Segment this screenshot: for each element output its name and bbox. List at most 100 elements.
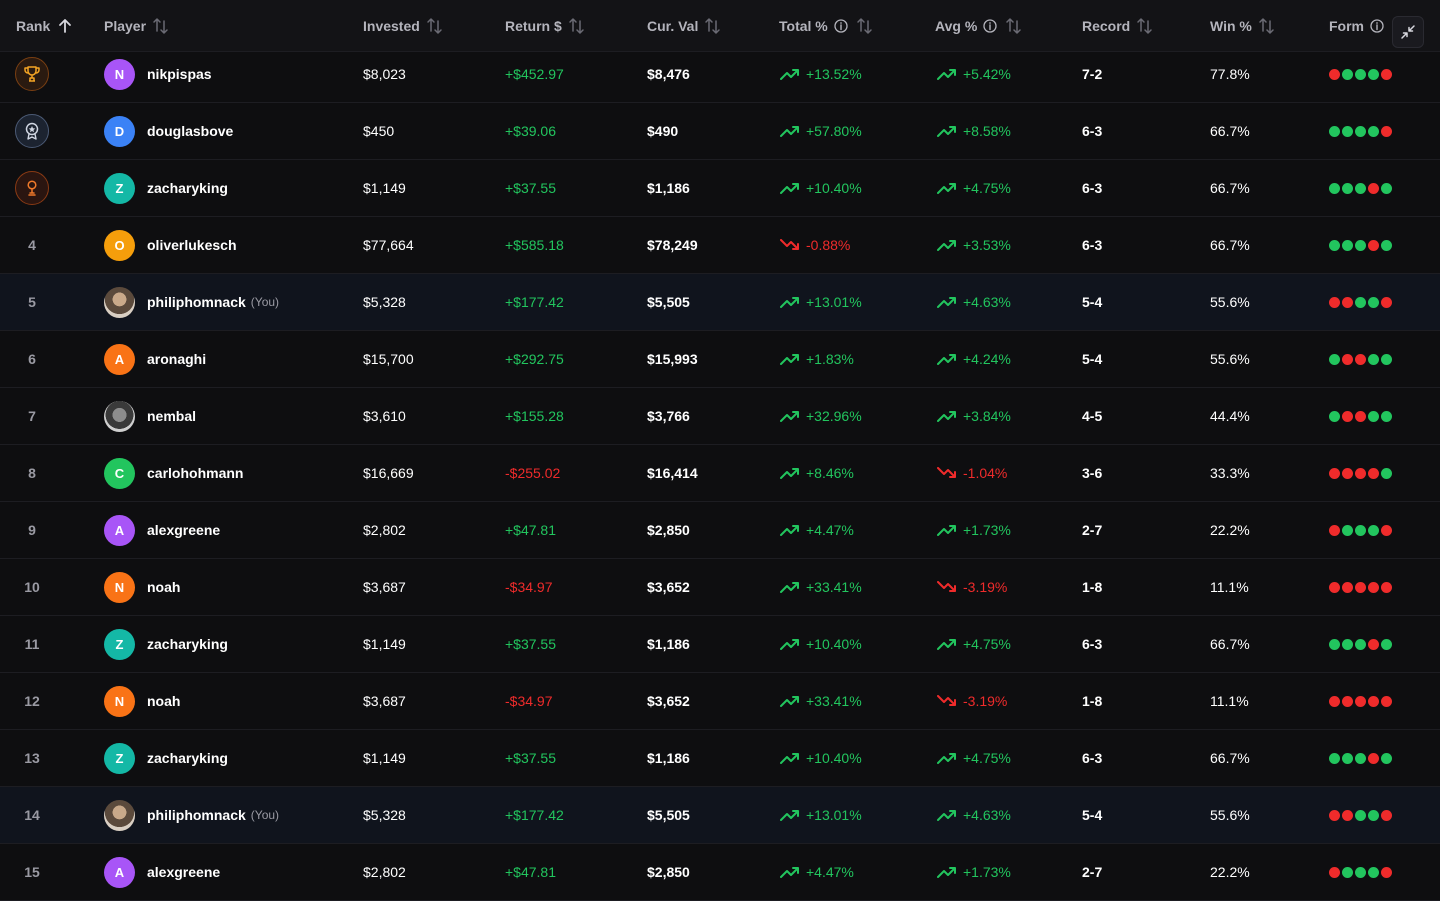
- player-cell[interactable]: philiphomnack (You): [104, 787, 354, 843]
- return-cell: +$37.55: [505, 616, 635, 672]
- bronze-medal-icon: [15, 171, 49, 205]
- player-cell[interactable]: Ooliverlukesch: [104, 217, 354, 273]
- avg-pct-cell: -3.19%: [937, 559, 1067, 615]
- table-row[interactable]: 8 Ccarlohohmann $16,669 -$255.02 $16,414…: [0, 445, 1440, 502]
- column-header-cur-val[interactable]: Cur. Val: [647, 0, 722, 52]
- win-pct-cell: 33.3%: [1210, 445, 1320, 501]
- table-row[interactable]: 4 Ooliverlukesch $77,664 +$585.18 $78,24…: [0, 217, 1440, 274]
- table-row[interactable]: 6 Aaronaghi $15,700 +$292.75 $15,993 +1.…: [0, 331, 1440, 388]
- player-cell[interactable]: Aalexgreene: [104, 844, 354, 900]
- column-header-total-pct[interactable]: Total %: [779, 0, 874, 52]
- table-row[interactable]: 7 nembal $3,610 +$155.28 $3,766 +32.96% …: [0, 388, 1440, 445]
- form-dots: [1329, 182, 1392, 194]
- player-name[interactable]: nikpispas: [147, 66, 212, 82]
- table-row[interactable]: 13 Zzacharyking $1,149 +$37.55 $1,186 +1…: [0, 730, 1440, 787]
- player-cell[interactable]: philiphomnack (You): [104, 274, 354, 330]
- column-header-win-pct[interactable]: Win %: [1210, 0, 1276, 52]
- return-value: -$255.02: [505, 465, 561, 481]
- column-header-invested[interactable]: Invested: [363, 0, 444, 52]
- avatar-photo: [104, 286, 135, 318]
- avg-pct-cell: +8.58%: [937, 103, 1067, 159]
- form-loss-dot: [1329, 581, 1340, 593]
- info-icon[interactable]: [1370, 19, 1384, 33]
- player-name[interactable]: noah: [147, 693, 180, 709]
- player-cell[interactable]: Zzacharyking: [104, 160, 354, 216]
- trend-up-icon: [937, 240, 956, 251]
- column-header-player[interactable]: Player: [104, 0, 170, 52]
- column-header-record[interactable]: Record: [1082, 0, 1154, 52]
- trend-up-icon: [780, 525, 799, 536]
- table-row[interactable]: 12 Nnoah $3,687 -$34.97 $3,652 +33.41% -…: [0, 673, 1440, 730]
- table-row[interactable]: 14 philiphomnack (You) $5,328 +$177.42 $5…: [0, 787, 1440, 844]
- form-loss-dot: [1342, 695, 1353, 707]
- player-name[interactable]: noah: [147, 579, 180, 595]
- player-cell[interactable]: Ccarlohohmann: [104, 445, 354, 501]
- table-row[interactable]: 9 Aalexgreene $2,802 +$47.81 $2,850 +4.4…: [0, 502, 1440, 559]
- info-icon[interactable]: [834, 19, 848, 33]
- player-name[interactable]: nembal: [147, 408, 196, 424]
- table-row[interactable]: 5 philiphomnack (You) $5,328 +$177.42 $5,…: [0, 274, 1440, 331]
- table-row[interactable]: 11 Zzacharyking $1,149 +$37.55 $1,186 +1…: [0, 616, 1440, 673]
- table-row[interactable]: Zzacharyking $1,149 +$37.55 $1,186 +10.4…: [0, 160, 1440, 217]
- player-name[interactable]: zacharyking: [147, 750, 228, 766]
- form-loss-dot: [1329, 524, 1340, 536]
- sort-icon: [1259, 18, 1274, 34]
- avatar-initial: O: [114, 237, 125, 253]
- player-name[interactable]: oliverlukesch: [147, 237, 237, 253]
- form-cell: [1329, 331, 1429, 387]
- form-cell: [1329, 616, 1429, 672]
- player-name[interactable]: carlohohmann: [147, 465, 243, 481]
- return-value: +$37.55: [505, 636, 556, 652]
- win-pct-cell: 11.1%: [1210, 673, 1320, 729]
- player-cell[interactable]: Nnoah: [104, 559, 354, 615]
- player-name[interactable]: philiphomnack: [147, 294, 246, 310]
- avatar: Z: [104, 172, 135, 204]
- form-loss-dot: [1329, 68, 1340, 80]
- total-value: +13.52%: [806, 66, 862, 82]
- total-value: +8.46%: [806, 465, 854, 481]
- trend-down-icon: [937, 695, 956, 706]
- table-row[interactable]: Ddouglasbove $450 +$39.06 $490 +57.80% +…: [0, 103, 1440, 160]
- player-cell[interactable]: nembal: [104, 388, 354, 444]
- form-cell: [1329, 103, 1429, 159]
- player-name[interactable]: philiphomnack: [147, 807, 246, 823]
- invested-cell: $2,802: [363, 844, 493, 900]
- player-name[interactable]: aronaghi: [147, 351, 206, 367]
- player-cell[interactable]: Zzacharyking: [104, 616, 354, 672]
- form-loss-dot: [1355, 353, 1366, 365]
- player-cell[interactable]: Aalexgreene: [104, 502, 354, 558]
- trend-up-icon: [780, 69, 799, 80]
- form-win-dot: [1368, 410, 1379, 422]
- player-name[interactable]: alexgreene: [147, 864, 220, 880]
- table-row[interactable]: 10 Nnoah $3,687 -$34.97 $3,652 +33.41% -…: [0, 559, 1440, 616]
- record-cell: 6-3: [1082, 103, 1192, 159]
- player-cell[interactable]: Ddouglasbove: [104, 103, 354, 159]
- player-cell[interactable]: Nnoah: [104, 673, 354, 729]
- form-win-dot: [1329, 353, 1340, 365]
- rank-number: 13: [24, 750, 40, 766]
- player-name[interactable]: alexgreene: [147, 522, 220, 538]
- you-tag: (You): [250, 808, 280, 822]
- column-header-avg-pct[interactable]: Avg %: [935, 0, 1023, 52]
- avg-pct-cell: +4.75%: [937, 160, 1067, 216]
- player-name[interactable]: zacharyking: [147, 636, 228, 652]
- table-row[interactable]: 15 Aalexgreene $2,802 +$47.81 $2,850 +4.…: [0, 844, 1440, 901]
- collapse-button[interactable]: [1392, 16, 1424, 48]
- info-icon[interactable]: [983, 19, 997, 33]
- player-name[interactable]: zacharyking: [147, 180, 228, 196]
- player-cell[interactable]: Nnikpispas: [104, 46, 354, 102]
- avg-value: -3.19%: [963, 579, 1008, 595]
- column-header-return[interactable]: Return $: [505, 0, 586, 52]
- return-value: -$34.97: [505, 579, 553, 595]
- form-win-dot: [1342, 125, 1353, 137]
- column-header-rank[interactable]: Rank: [16, 0, 74, 52]
- form-loss-dot: [1329, 695, 1340, 707]
- table-row[interactable]: Nnikpispas $8,023 +$452.97 $8,476 +13.52…: [0, 46, 1440, 103]
- form-win-dot: [1329, 752, 1340, 764]
- trend-up-icon: [780, 696, 799, 707]
- player-name[interactable]: douglasbove: [147, 123, 233, 139]
- form-loss-dot: [1329, 296, 1340, 308]
- player-cell[interactable]: Zzacharyking: [104, 730, 354, 786]
- avg-value: +1.73%: [963, 864, 1011, 880]
- player-cell[interactable]: Aaronaghi: [104, 331, 354, 387]
